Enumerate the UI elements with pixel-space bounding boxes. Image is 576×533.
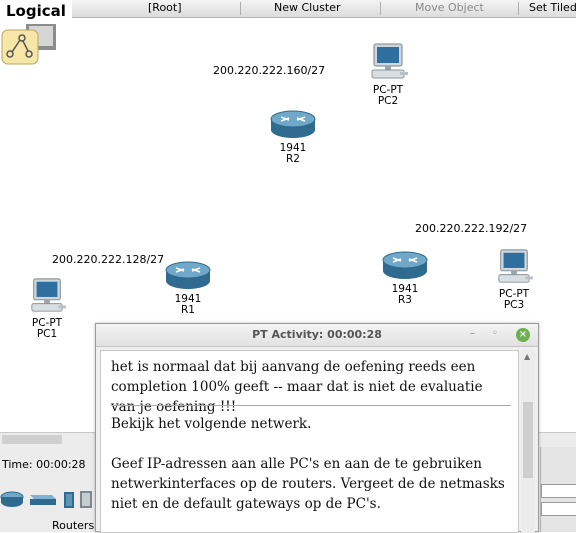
pc-icon [31,278,66,312]
device-name-label: R1 [181,304,195,316]
top-toolbar: [Root] New Cluster Move Object Set Tiled [0,0,576,18]
restore-icon[interactable]: ◦ [492,328,498,339]
toolbar-divider [240,2,241,15]
set-tiled-button[interactable]: Set Tiled [529,0,576,17]
scroll-up-icon[interactable]: ▲ [524,353,532,361]
pc-icon [498,249,533,283]
device-name-label: R3 [398,294,412,306]
router-device[interactable]: 1941 R3 [380,249,430,306]
instructions-vertical-scrollbar[interactable]: ▲ [521,350,535,533]
right-panel [540,447,576,532]
hub-category-icon[interactable] [64,492,74,508]
pc-device[interactable]: PC-PT PC1 [22,277,72,340]
close-icon[interactable]: × [516,328,530,342]
new-cluster-button[interactable]: New Cluster [274,0,341,17]
pt-activity-dialog: PT Activity: 00:00:28 – ◦ × het is norma… [95,323,539,533]
instructions-panel: het is normaal dat bij aanvang de oefeni… [100,350,519,533]
router-icon [382,251,428,279]
router-icon [165,261,211,289]
dialog-titlebar[interactable]: PT Activity: 00:00:28 – ◦ × [96,324,538,347]
network-label: 200.220.222.192/27 [415,222,528,235]
scenario-control[interactable] [541,502,576,516]
pc-device[interactable]: PC-PT PC3 [489,248,539,311]
divider [111,405,511,406]
router-icon [270,110,316,138]
instruction-paragraph: Geef IP-adressen aan alle PC's en aan de… [111,456,505,512]
minimize-icon[interactable]: – [470,328,475,339]
scenario-control[interactable] [541,484,576,498]
root-button[interactable]: [Root] [148,0,182,17]
device-name-label: PC2 [377,95,399,107]
device-name-label: PC1 [36,328,58,340]
time-display: Time: 00:00:28 [2,458,86,471]
instruction-paragraph: Bekijk het volgende netwerk. [111,416,312,432]
toolbar-divider [518,2,519,15]
category-label: Routers [52,519,95,532]
toolbar-divider [380,2,381,15]
scrollbar-thumb[interactable] [2,435,62,444]
router-device[interactable]: 1941 R1 [163,259,213,316]
network-label: 200.220.222.128/27 [52,253,165,266]
scrollbar-thumb[interactable] [523,402,533,478]
device-category-bar [0,488,95,510]
device-name-label: R2 [286,153,300,165]
switch-category-icon[interactable] [30,495,56,505]
move-object-button[interactable]: Move Object [415,0,484,17]
logical-view-icon[interactable] [0,24,60,66]
logical-mode-label: Logical [0,0,72,20]
network-label: 200.220.222.160/27 [213,64,326,77]
router-category-icon[interactable] [0,491,24,507]
pc-icon [371,43,408,79]
device-name-label: PC3 [503,299,525,311]
instruction-paragraph: het is normaal dat bij aanvang de oefeni… [111,359,483,415]
router-device[interactable]: 1941 R2 [268,108,318,165]
wireless-category-icon[interactable] [80,491,92,508]
pc-device[interactable]: PC-PT PC2 [363,42,413,107]
